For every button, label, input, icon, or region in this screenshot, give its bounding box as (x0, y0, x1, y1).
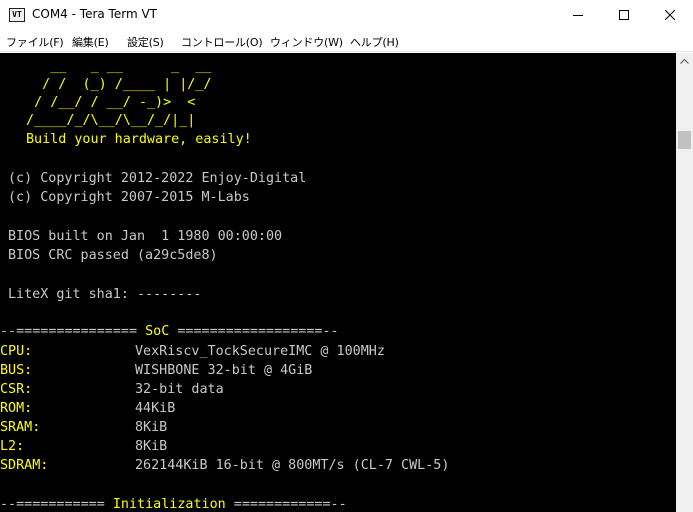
scrollbar-thumb[interactable] (678, 131, 691, 149)
vertical-scrollbar[interactable] (676, 53, 693, 512)
logo-line: /____/_/\__/\__/_/|_| (18, 113, 196, 128)
menu-control[interactable]: コントロール(O) (181, 34, 263, 50)
init-header-right: ============-- (225, 497, 347, 512)
menu-window[interactable]: ウィンドウ(W) (270, 34, 343, 50)
menu-help[interactable]: ヘルプ(H) (350, 34, 399, 50)
init-header-left: --=========== (0, 497, 113, 512)
soc-label: L2: (0, 439, 25, 454)
soc-header-left: --=============== (0, 324, 146, 339)
soc-row-csr: CSR: 32-bit data (0, 380, 660, 399)
soc-value: 44KiB (135, 401, 176, 416)
soc-value: 8KiB (135, 420, 168, 435)
bios-line: BIOS CRC passed (a29c5de8) (8, 248, 218, 263)
maximize-icon (619, 10, 629, 20)
teraterm-app-icon[interactable]: VT (9, 8, 25, 22)
soc-value: WISHBONE 32-bit @ 4GiB (135, 363, 313, 378)
soc-label: SRAM: (0, 420, 41, 435)
soc-label: ROM: (0, 401, 33, 416)
menu-bar: ファイル(F) 編集(E) 設定(S) コントロール(O) ウィンドウ(W) ヘ… (0, 31, 693, 52)
soc-row-bus: BUS: WISHBONE 32-bit @ 4GiB (0, 361, 660, 380)
soc-row-sdram: SDRAM: 262144KiB 16-bit @ 800MT/s (CL-7 C… (0, 456, 660, 475)
soc-value: 262144KiB 16-bit @ 800MT/s (CL-7 CWL-5) (135, 458, 450, 473)
scroll-up-button[interactable] (676, 53, 693, 70)
soc-label: CPU: (0, 344, 33, 359)
soc-row-cpu: CPU: VexRiscv_TockSecureIMC @ 100MHz (0, 342, 660, 361)
title-bar[interactable]: VT COM4 - Tera Term VT (0, 0, 693, 31)
soc-row-rom: ROM: 44KiB (0, 399, 660, 418)
soc-value: 8KiB (135, 439, 168, 454)
minimize-icon (573, 15, 583, 16)
terminal-screen[interactable]: __ _ __ _ __ / / (_) /____ | |/_/ / /__/… (0, 53, 676, 512)
soc-value: 32-bit data (135, 382, 224, 397)
copyright-line: (c) Copyright 2007-2015 M-Labs (8, 190, 250, 205)
window-title: COM4 - Tera Term VT (32, 7, 157, 21)
menu-file[interactable]: ファイル(F) (6, 34, 64, 50)
logo-line: __ _ __ _ __ (18, 59, 212, 74)
soc-header-title: SoC (145, 324, 170, 339)
soc-header: --=============== SoC ==================… (0, 322, 339, 341)
close-button[interactable] (647, 0, 693, 31)
minimize-button[interactable] (555, 0, 601, 31)
tagline: Build your hardware, easily! (26, 132, 252, 147)
chevron-up-icon (680, 59, 689, 64)
copyright-line: (c) Copyright 2012-2022 Enjoy-Digital (8, 171, 307, 186)
menu-edit[interactable]: 編集(E) (72, 34, 109, 50)
init-header: --=========== Initialization ===========… (0, 495, 347, 512)
soc-header-right: ==================-- (169, 324, 339, 339)
maximize-button[interactable] (601, 0, 647, 31)
menu-setup[interactable]: 設定(S) (127, 34, 164, 50)
bios-line: BIOS built on Jan 1 1980 00:00:00 (8, 229, 283, 244)
soc-value: VexRiscv_TockSecureIMC @ 100MHz (135, 344, 385, 359)
soc-label: SDRAM: (0, 458, 49, 473)
logo-line: / /__/ / __/ -_)> < (18, 95, 196, 110)
soc-label: CSR: (0, 382, 33, 397)
logo-line: / / (_) /____ | |/_/ (18, 77, 212, 92)
soc-label: BUS: (0, 363, 33, 378)
git-sha-line: LiteX git sha1: -------- (8, 287, 202, 302)
init-header-title: Initialization (112, 497, 226, 512)
soc-row-sram: SRAM: 8KiB (0, 418, 660, 437)
close-icon (665, 10, 675, 20)
soc-row-l2: L2: 8KiB (0, 437, 660, 456)
